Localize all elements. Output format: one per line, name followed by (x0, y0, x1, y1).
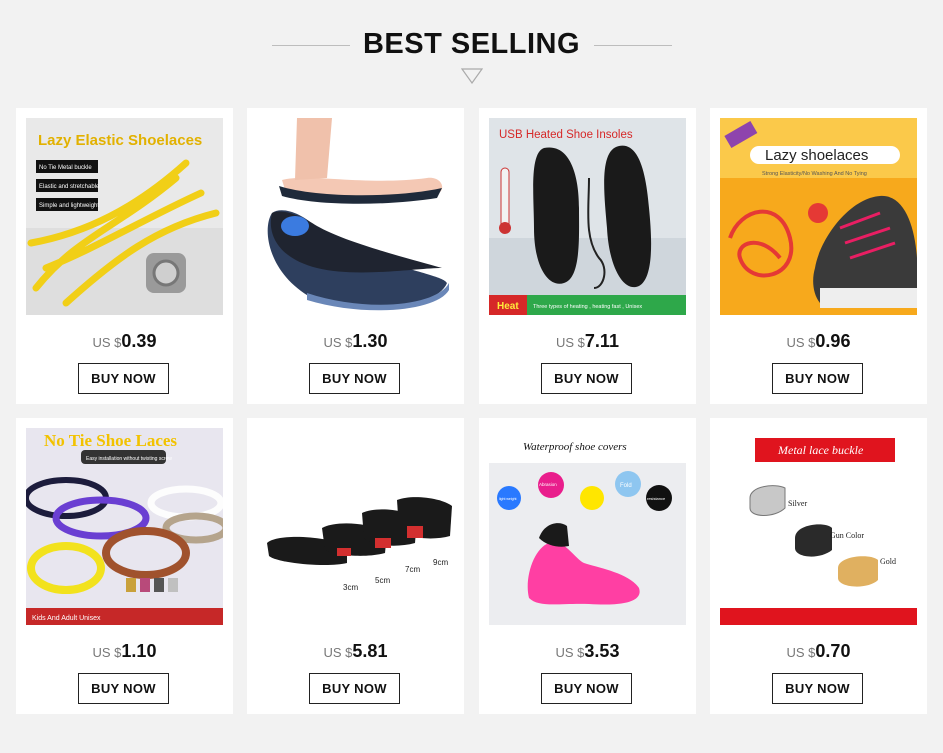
chevron-down-icon (461, 68, 483, 84)
product-price: US $0.39 (92, 331, 157, 351)
image-caption: Strong Elasticity/No Washing And No Tyin… (762, 171, 867, 177)
product-card[interactable]: USB Heated Shoe Insoles Heat Three types… (479, 108, 696, 404)
image-caption: Fold (620, 483, 632, 489)
buy-now-button[interactable]: BUY NOW (78, 363, 169, 394)
image-caption: Elastic and stretchable (39, 184, 100, 190)
image-caption: 7cm (405, 565, 420, 574)
product-image[interactable]: No Tie Shoe Laces Easy installation with… (26, 428, 223, 625)
product-image[interactable]: USB Heated Shoe Insoles Heat Three types… (489, 118, 686, 315)
product-card[interactable]: US $1.30 BUY NOW (247, 108, 464, 404)
image-caption: No Tie Shoe Laces (44, 431, 177, 450)
image-caption: Simple and lightweight (39, 203, 99, 209)
product-image[interactable]: Waterproof shoe covers Abrasion Fold lig… (489, 428, 686, 625)
product-card[interactable]: No Tie Shoe Laces Easy installation with… (16, 418, 233, 714)
image-caption: 5cm (375, 576, 390, 585)
product-image[interactable]: Lazy shoelaces Strong Elasticity/No Wash… (720, 118, 917, 315)
product-image[interactable]: 3cm 5cm 7cm 9cm (257, 428, 454, 625)
divider-right (594, 45, 672, 46)
product-card[interactable]: Waterproof shoe covers Abrasion Fold lig… (479, 418, 696, 714)
image-caption: Abrasion (539, 482, 557, 487)
image-caption: 9cm (433, 558, 448, 567)
buy-now-button[interactable]: BUY NOW (541, 673, 632, 704)
product-card[interactable]: Lazy Elastic Shoelaces No Tie Metal buck… (16, 108, 233, 404)
product-card[interactable]: Lazy shoelaces Strong Elasticity/No Wash… (710, 108, 927, 404)
product-image[interactable]: Lazy Elastic Shoelaces No Tie Metal buck… (26, 118, 223, 315)
product-image[interactable]: Metal lace buckle Silver Gun Color Gold (720, 428, 917, 625)
product-price: US $1.10 (92, 641, 157, 661)
product-price: US $7.11 (556, 331, 619, 351)
product-card[interactable]: Metal lace buckle Silver Gun Color Gold … (710, 418, 927, 714)
image-caption: Silver (788, 499, 807, 508)
image-caption: Gold (880, 557, 896, 566)
image-caption: No Tie Metal buckle (39, 165, 92, 171)
product-price: US $1.30 (323, 331, 388, 351)
product-card[interactable]: 3cm 5cm 7cm 9cm US $5.81 BUY NOW (247, 418, 464, 714)
image-caption: USB Heated Shoe Insoles (499, 129, 633, 141)
image-caption: Three types of heating , heating fast , … (533, 304, 642, 310)
product-price: US $3.53 (555, 641, 620, 661)
product-image[interactable] (257, 118, 454, 315)
image-caption: Lazy Elastic Shoelaces (38, 132, 202, 149)
image-caption: Lazy shoelaces (765, 147, 868, 164)
image-caption: Gun Color (830, 531, 864, 540)
image-caption: Metal lace buckle (777, 443, 864, 457)
buy-now-button[interactable]: BUY NOW (309, 673, 400, 704)
buy-now-button[interactable]: BUY NOW (78, 673, 169, 704)
image-caption: Heat (497, 301, 519, 312)
image-caption: 3cm (343, 583, 358, 592)
buy-now-button[interactable]: BUY NOW (309, 363, 400, 394)
image-caption: Easy installation without twisting screw (86, 456, 172, 462)
buy-now-button[interactable]: BUY NOW (772, 673, 863, 704)
product-price: US $0.96 (786, 331, 851, 351)
image-caption: resistance (647, 496, 666, 501)
product-price: US $0.70 (786, 641, 851, 661)
section-title: BEST SELLING (362, 28, 581, 60)
image-caption: Waterproof shoe covers (523, 441, 627, 453)
buy-now-button[interactable]: BUY NOW (772, 363, 863, 394)
section-header: BEST SELLING (0, 0, 943, 100)
image-caption: Kids And Adult Unisex (32, 615, 101, 622)
buy-now-button[interactable]: BUY NOW (541, 363, 632, 394)
image-caption: light weight (499, 497, 517, 501)
product-price: US $5.81 (323, 641, 388, 661)
